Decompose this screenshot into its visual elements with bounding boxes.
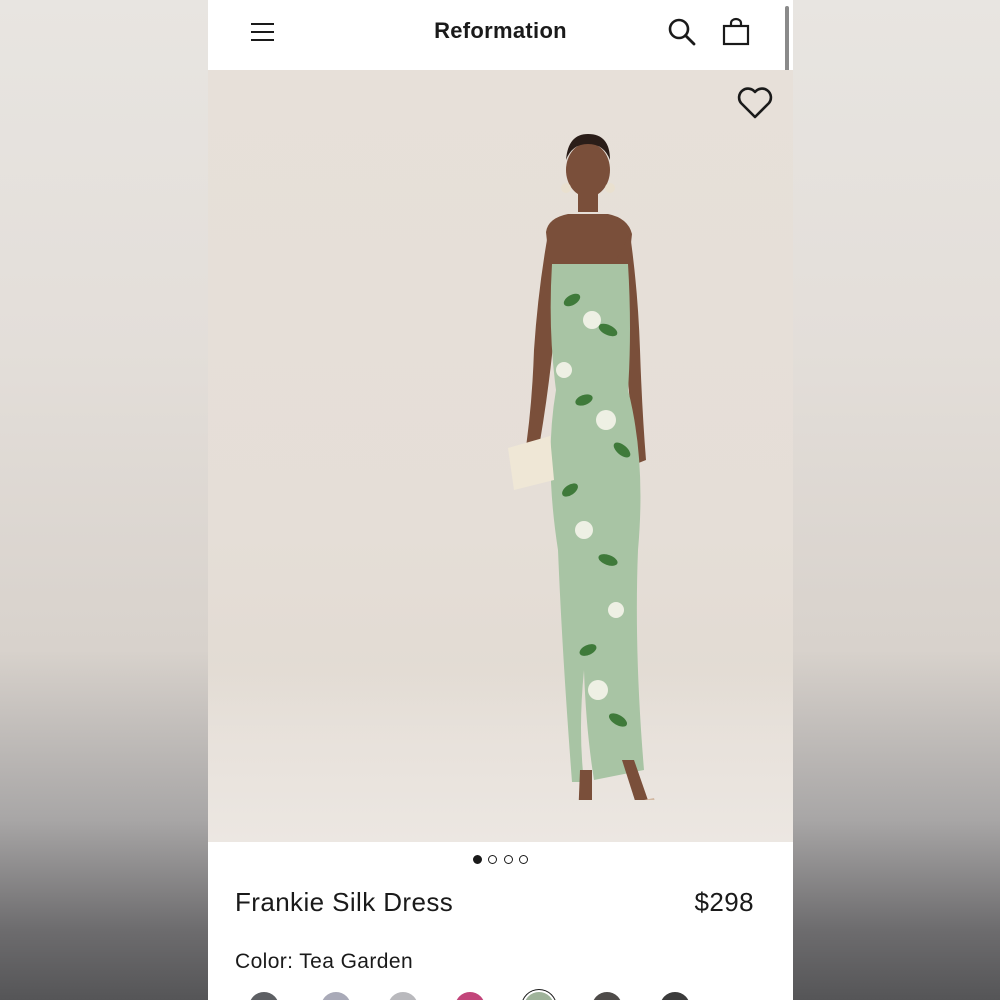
color-swatches (208, 990, 793, 1000)
pagination-dot[interactable] (472, 855, 482, 865)
color-swatch[interactable] (388, 992, 418, 1000)
color-swatch[interactable] (592, 992, 622, 1000)
color-swatch[interactable] (455, 992, 485, 1000)
backdrop-right (793, 0, 1000, 1000)
product-image[interactable] (208, 70, 793, 842)
heart-icon[interactable] (736, 85, 774, 121)
product-name: Frankie Silk Dress (235, 887, 454, 917)
color-swatch[interactable] (249, 992, 279, 1000)
color-swatch[interactable] (321, 992, 351, 1000)
color-swatch[interactable] (660, 992, 690, 1000)
pagination-dot[interactable] (503, 855, 513, 865)
shopping-bag-icon[interactable] (720, 16, 752, 48)
product-price: $298 (694, 887, 754, 917)
model-in-dress-illustration (508, 134, 655, 800)
color-value: Tea Garden (299, 950, 414, 973)
product-page: Reformation Frankie Silk Dress $298 Colo… (208, 0, 793, 1000)
brand-logo[interactable]: Reformation (208, 18, 793, 44)
backdrop-left (0, 0, 208, 1000)
color-label: Color: (235, 950, 294, 973)
pagination-dot[interactable] (488, 855, 498, 865)
color-selection-label: Color: Tea Garden (235, 950, 413, 974)
top-nav-bar: Reformation (208, 0, 793, 186)
search-icon[interactable] (666, 16, 698, 48)
color-swatch[interactable] (524, 992, 554, 1000)
image-pagination (208, 851, 793, 865)
pagination-dot[interactable] (519, 855, 529, 865)
